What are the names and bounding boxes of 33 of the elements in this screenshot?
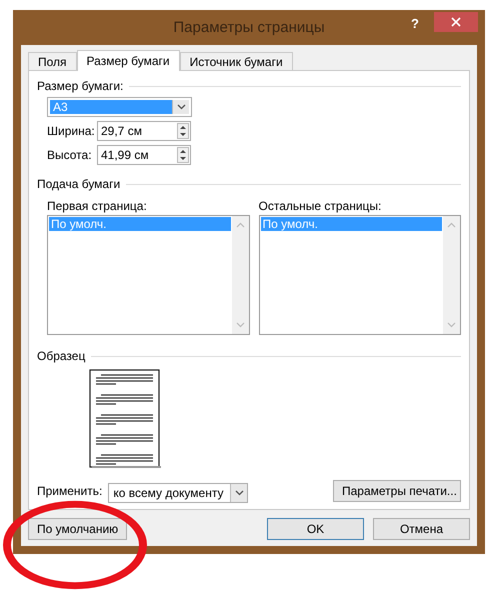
cancel-button[interactable]: Отмена <box>373 518 470 540</box>
list-label: Первая страница: <box>47 199 148 213</box>
apply-dropdown[interactable]: ко всему документу <box>108 483 248 503</box>
dropdown-value: A3 <box>50 100 172 114</box>
help-button[interactable]: ? <box>411 16 419 31</box>
chevron-down-icon <box>236 322 244 328</box>
tab[interactable]: Размер бумаги <box>76 50 180 71</box>
section-heading: Размер бумаги: <box>37 79 124 93</box>
list-label: Остальные страницы: <box>258 199 382 213</box>
window-title: Параметры страницы <box>173 19 325 36</box>
close-icon <box>451 17 461 27</box>
scrollbar[interactable] <box>232 216 248 334</box>
field-label: Высота: <box>47 148 93 162</box>
spinner-arrows-icon <box>177 147 189 163</box>
chevron-down-icon <box>447 322 456 328</box>
chevron-down-icon <box>234 490 244 496</box>
scrollbar[interactable] <box>443 216 460 334</box>
chevron-down-icon <box>176 104 186 110</box>
ok-button[interactable]: OK <box>267 518 364 540</box>
chevron-up-icon <box>447 222 456 228</box>
chevron-up-icon <box>236 222 244 228</box>
apply-label: Применить: <box>37 484 102 498</box>
print-options-button[interactable]: Параметры печати... <box>333 480 461 502</box>
section-heading: Образец <box>37 349 86 363</box>
spinner-arrows-icon <box>177 123 189 139</box>
field-label: Ширина: <box>47 124 96 138</box>
tab[interactable]: Источник бумаги <box>180 52 293 70</box>
section-heading: Подача бумаги <box>37 177 120 191</box>
width-field[interactable]: 29,7 см <box>97 121 191 141</box>
default-button[interactable]: По умолчанию <box>28 518 128 540</box>
close-button[interactable] <box>434 12 478 32</box>
tab[interactable]: Поля <box>28 52 77 70</box>
height-field[interactable]: 41,99 см <box>97 145 191 165</box>
